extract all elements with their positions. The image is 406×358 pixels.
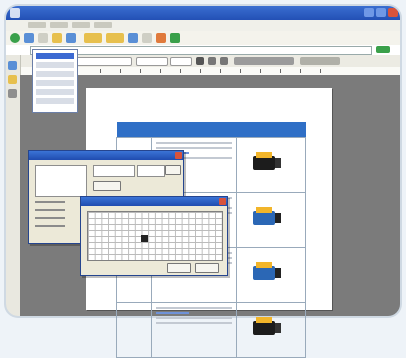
dialog-caption — [29, 151, 183, 160]
favorites-icon[interactable] — [106, 33, 124, 43]
camera-icon — [253, 152, 281, 170]
stop-icon[interactable] — [38, 33, 48, 43]
menu-item-2[interactable] — [50, 22, 68, 28]
table-header-3 — [236, 122, 306, 138]
maximize-icon[interactable] — [376, 8, 386, 17]
messenger-icon[interactable] — [170, 33, 180, 43]
list-item[interactable] — [36, 89, 74, 95]
camera-icon — [253, 262, 281, 280]
ok-button[interactable] — [165, 165, 181, 175]
table-header-1 — [116, 122, 152, 138]
list-buttons[interactable] — [300, 57, 340, 65]
tool-icon-1[interactable] — [8, 61, 17, 70]
insert-button[interactable] — [167, 263, 191, 273]
preview-box — [35, 165, 87, 197]
list-item[interactable] — [36, 62, 74, 68]
italic-icon[interactable] — [208, 57, 216, 65]
list-item[interactable] — [36, 53, 74, 59]
camera-icon — [253, 317, 281, 335]
list-item[interactable] — [36, 98, 74, 104]
tool-icon-2[interactable] — [8, 75, 17, 84]
tool-icon-3[interactable] — [8, 89, 17, 98]
menu-item-4[interactable] — [94, 22, 112, 28]
style-select[interactable] — [70, 57, 132, 66]
font-select[interactable] — [136, 57, 168, 66]
go-button[interactable] — [376, 46, 390, 53]
list-item[interactable] — [36, 80, 74, 86]
align-buttons[interactable] — [234, 57, 294, 65]
font-input[interactable] — [93, 165, 135, 177]
forward-icon[interactable] — [24, 33, 34, 43]
app-icon — [10, 8, 20, 18]
bold-icon[interactable] — [196, 57, 204, 65]
minimize-icon[interactable] — [364, 8, 374, 17]
edit-icon[interactable] — [156, 33, 166, 43]
underline-icon[interactable] — [220, 57, 228, 65]
symbol-dialog — [80, 196, 228, 276]
size-input[interactable] — [137, 165, 165, 177]
print-icon[interactable] — [142, 33, 152, 43]
back-icon[interactable] — [10, 33, 20, 43]
list-item[interactable] — [36, 71, 74, 77]
left-toolbar — [6, 55, 21, 316]
menu-item-3[interactable] — [72, 22, 90, 28]
mail-icon[interactable] — [128, 33, 138, 43]
table-row — [116, 302, 306, 358]
save-icon[interactable] — [66, 33, 76, 43]
search-icon[interactable] — [84, 33, 102, 43]
size-select[interactable] — [170, 57, 192, 66]
dialog-caption — [81, 197, 227, 206]
cancel-button[interactable] — [195, 263, 219, 273]
apply-button[interactable] — [93, 181, 121, 191]
symbol-grid[interactable] — [87, 211, 223, 261]
close-icon[interactable] — [219, 198, 226, 205]
style-dropdown[interactable] — [32, 49, 78, 113]
selected-symbol[interactable] — [141, 235, 148, 242]
close-icon[interactable] — [388, 8, 398, 17]
table-header-2 — [151, 122, 237, 138]
title-bar — [6, 6, 400, 20]
address-input[interactable] — [30, 46, 372, 55]
menu-item-1[interactable] — [28, 22, 46, 28]
camera-icon — [253, 207, 281, 225]
folder-icon[interactable] — [52, 33, 62, 43]
standard-toolbar — [6, 31, 400, 46]
close-icon[interactable] — [175, 152, 182, 159]
